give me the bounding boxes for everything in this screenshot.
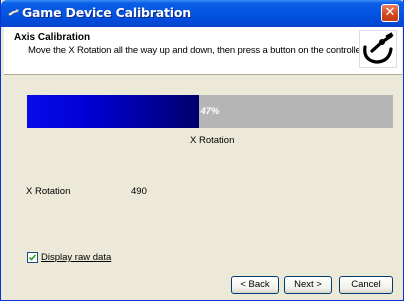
raw-axis-label: X Rotation [26,186,71,197]
window-title: Game Device Calibration [22,5,191,20]
wizard-header: Axis Calibration Move the X Rotation all… [4,27,402,75]
title-bar[interactable]: Game Device Calibration ✕ [1,0,404,27]
back-button[interactable]: < Back [231,276,279,294]
joystick-icon [359,30,397,68]
game-controller-icon [7,9,20,17]
progress-caption: X Rotation [190,135,235,146]
next-button[interactable]: Next > [284,276,332,294]
header-subtitle: Move the X Rotation all the way up and d… [28,45,366,56]
display-raw-data-checkbox[interactable] [27,252,38,263]
close-button[interactable]: ✕ [381,4,399,22]
raw-axis-value: 490 [131,186,147,197]
display-raw-data-label[interactable]: Display raw data [41,252,111,263]
cancel-button[interactable]: Cancel [339,276,393,294]
calibration-window: Game Device Calibration ✕ Axis Calibrati… [0,0,404,301]
checkmark-icon [28,254,37,261]
calibration-progress-bar: 47% [27,95,393,128]
progress-percent: 47% [200,106,220,117]
header-title: Axis Calibration [14,32,91,43]
